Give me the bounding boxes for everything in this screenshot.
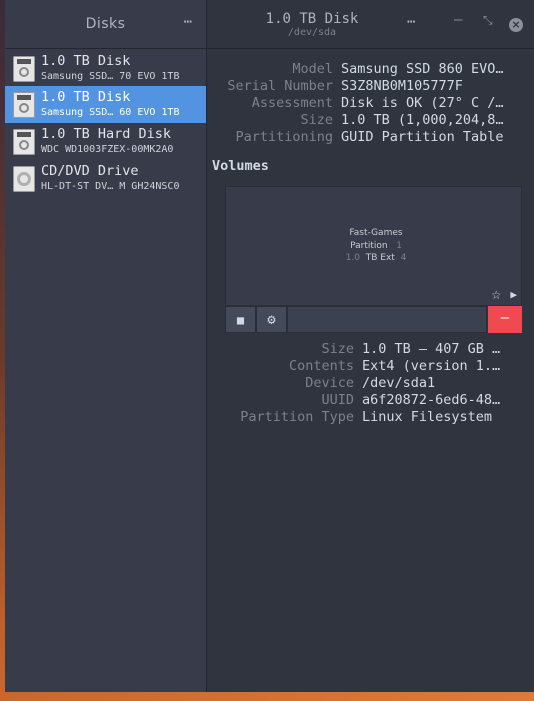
sidebar-title: Disks (85, 16, 126, 32)
disk-list-item[interactable]: 1.0 TB Disk Samsung SSD… 70 EVO 1TB (5, 50, 206, 87)
disk-name: 1.0 TB Disk (41, 53, 131, 70)
disk-list-item-selected[interactable]: 1.0 TB Disk Samsung SSD… 60 EVO 1TB (5, 86, 206, 123)
maximize-icon[interactable]: ⤡ (483, 13, 493, 28)
vol-size-value: 1.0 TB — 407 GB … (362, 341, 501, 357)
partition-block[interactable]: Fast-Games Partition 1 1.0 TB Ext 4 (321, 227, 431, 265)
partition-name: Fast-Games (349, 228, 403, 238)
vol-partition-type-value: Linux Filesystem (362, 409, 493, 425)
optical-drive-icon (13, 165, 35, 192)
disks-window: Disks ⋯ 1.0 TB Disk Samsung SSD… 70 EVO … (5, 0, 534, 692)
partition-size-prefix: 1.0 (345, 253, 361, 263)
vol-uuid-value: a6f20872-6ed6-48… (362, 392, 501, 408)
vol-device-label: Device (305, 375, 354, 391)
partitioning-label: Partitioning (235, 129, 333, 145)
disk-name: 1.0 TB Disk (41, 89, 131, 106)
disk-name: 1.0 TB Hard Disk (41, 126, 172, 143)
vol-partition-type-label: Partition Type (240, 409, 354, 425)
header-bar: 1.0 TB Disk /dev/sda ⋯ – ⤡ × (207, 0, 534, 49)
model-value: Samsung SSD 860 EVO… (341, 61, 504, 77)
disk-title: 1.0 TB Disk (265, 11, 359, 27)
partition-size: TB Ext (365, 253, 395, 263)
volume-map: Fast-Games Partition 1 1.0 TB Ext 4 ☆ ▶ (225, 186, 522, 306)
device-path: /dev/sda (287, 27, 337, 38)
disk-model: Samsung SSD… 60 EVO 1TB (41, 106, 180, 118)
hard-disk-icon (13, 128, 35, 155)
serial-value: S3Z8NB0M105777F (341, 78, 463, 94)
partitioning-value: GUID Partition Table (341, 129, 504, 145)
minimize-icon[interactable]: – (454, 12, 462, 28)
vol-size-label: Size (321, 341, 354, 357)
hard-disk-icon (13, 55, 35, 82)
disk-model: Samsung SSD… 70 EVO 1TB (41, 70, 180, 82)
disk-list-item[interactable]: 1.0 TB Hard Disk WDC WD1003FZEX-00MK2A0 (5, 123, 206, 160)
disk-model: HL-DT-ST DV… M GH24NSC0 (41, 180, 180, 192)
serial-label: Serial Number (227, 78, 333, 94)
size-value: 1.0 TB (1,000,204,8… (341, 112, 504, 128)
volume-toolbar: ■ ⚙ — (225, 306, 522, 333)
partition-size-suffix: 4 (400, 253, 407, 263)
hard-disk-icon (13, 91, 35, 118)
disk-sidebar: Disks ⋯ 1.0 TB Disk Samsung SSD… 70 EVO … (5, 0, 207, 692)
disk-name: CD/DVD Drive (41, 163, 139, 180)
star-icon[interactable]: ☆ (491, 284, 501, 303)
delete-partition-button[interactable]: — (488, 306, 522, 333)
settings-gear-icon[interactable]: ⚙ (256, 306, 287, 333)
assessment-value: Disk is OK (27° C /… (341, 95, 504, 111)
disk-list-item[interactable]: CD/DVD Drive HL-DT-ST DV… M GH24NSC0 (5, 160, 206, 197)
size-label: Size (300, 112, 333, 128)
play-icon[interactable]: ▶ (510, 288, 517, 301)
model-label: Model (292, 61, 333, 77)
volumes-heading: Volumes (212, 158, 269, 174)
sidebar-header: Disks ⋯ (5, 0, 206, 49)
partition-mark: 1 (396, 240, 402, 251)
vol-contents-label: Contents (288, 358, 354, 374)
assessment-label: Assessment (251, 95, 333, 111)
vol-contents-value: Ext4 (version 1.… (362, 358, 501, 374)
disk-model: WDC WD1003FZEX-00MK2A0 (41, 143, 174, 155)
disk-menu-icon[interactable]: ⋯ (407, 14, 415, 30)
stop-icon[interactable]: ■ (225, 306, 256, 333)
vol-device-value: /dev/sda1 (362, 375, 436, 391)
disk-detail-pane: 1.0 TB Disk /dev/sda ⋯ – ⤡ × Model Samsu… (207, 0, 534, 692)
close-icon[interactable]: × (509, 18, 523, 32)
partition-type: Partition (350, 240, 388, 251)
vol-uuid-label: UUID (321, 392, 354, 408)
toolbar-spacer (287, 306, 487, 333)
sidebar-menu-icon[interactable]: ⋯ (184, 14, 192, 30)
